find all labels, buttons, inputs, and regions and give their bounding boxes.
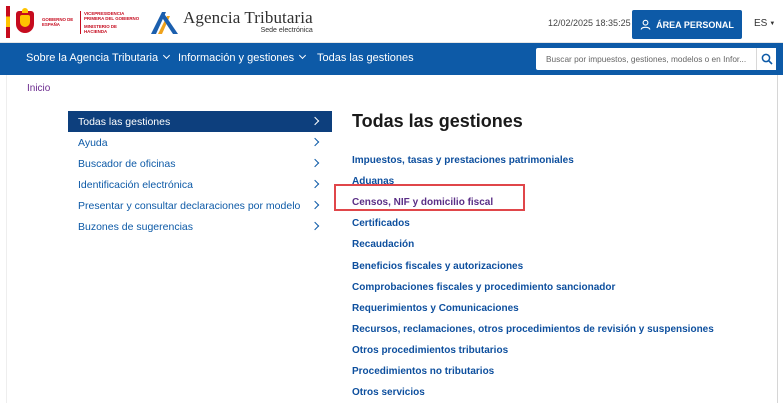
sidebar-item-todas-las-gestiones[interactable]: Todas las gestiones <box>68 111 332 132</box>
nav-item-todas-las-gestiones[interactable]: Todas las gestiones <box>317 52 414 64</box>
chevron-down-icon: ▼ <box>769 21 776 27</box>
coat-of-arms-icon <box>14 8 36 36</box>
chevron-right-icon <box>310 116 320 126</box>
gobierno-logo[interactable]: Gobierno de España Vicepresidencia Prime… <box>6 6 146 38</box>
sidebar-item-buzones-sugerencias[interactable]: Buzones de sugerencias <box>68 216 332 237</box>
gestion-link-recaudacion[interactable]: Recaudación <box>352 234 772 255</box>
gestion-link-otros-servicios[interactable]: Otros servicios <box>352 382 772 403</box>
page-left-border <box>6 75 7 403</box>
nav-item-label: Información y gestiones <box>178 52 295 64</box>
gestion-link-beneficios-fiscales[interactable]: Beneficios fiscales y autorizaciones <box>352 255 772 276</box>
page-right-border <box>777 75 778 403</box>
gov-logo-text-gobierno: Gobierno de España <box>42 17 74 27</box>
search-icon <box>761 53 773 65</box>
nav-item-label: Sobre la Agencia Tributaria <box>26 52 159 64</box>
search-button[interactable] <box>756 48 776 70</box>
highlight-annotation-box <box>334 184 525 211</box>
aeat-logo-icon <box>149 8 179 36</box>
sidebar-item-label: Identificación electrónica <box>78 178 193 191</box>
gestion-link-impuestos[interactable]: Impuestos, tasas y prestaciones patrimon… <box>352 150 772 171</box>
chevron-right-icon <box>310 221 320 231</box>
sidebar-item-presentar-declaraciones[interactable]: Presentar y consultar declaraciones por … <box>68 195 332 216</box>
main-navigation: Sobre la Agencia Tributaria Información … <box>0 43 783 75</box>
user-icon <box>640 19 651 30</box>
flag-strip <box>6 6 10 38</box>
site-title: Agencia Tributaria <box>183 8 313 27</box>
sidebar-item-label: Todas las gestiones <box>78 115 171 128</box>
sidebar-item-label: Buzones de sugerencias <box>78 220 193 233</box>
site-subtitle: Sede electrónica <box>260 27 313 34</box>
chevron-right-icon <box>310 200 320 210</box>
area-personal-button[interactable]: ÁREA PERSONAL <box>632 10 742 39</box>
gestion-link-recursos[interactable]: Recursos, reclamaciones, otros procedimi… <box>352 319 772 340</box>
gestion-link-certificados[interactable]: Certificados <box>352 213 772 234</box>
sidebar-item-buscador-oficinas[interactable]: Buscador de oficinas <box>68 153 332 174</box>
search-field <box>536 48 756 70</box>
sidebar-item-ayuda[interactable]: Ayuda <box>68 132 332 153</box>
session-datetime: 12/02/2025 18:35:25 <box>548 18 631 28</box>
site-header: Gobierno de España Vicepresidencia Prime… <box>0 0 783 43</box>
search-input[interactable] <box>536 48 756 70</box>
gestion-link-requerimientos[interactable]: Requerimientos y Comunicaciones <box>352 298 772 319</box>
chevron-right-icon <box>310 137 320 147</box>
gov-logo-text-ministerio: Ministerio de Hacienda <box>84 23 117 34</box>
gestion-link-otros-procedimientos[interactable]: Otros procedimientos tributarios <box>352 340 772 361</box>
language-label: ES <box>754 18 768 29</box>
gestion-link-no-tributarios[interactable]: Procedimientos no tributarios <box>352 361 772 382</box>
gestion-link-comprobaciones[interactable]: Comprobaciones fiscales y procedimiento … <box>352 277 772 298</box>
language-selector[interactable]: ES ▼ <box>754 18 775 29</box>
chevron-down-icon <box>163 51 171 60</box>
page-title: Todas las gestiones <box>352 111 523 131</box>
sidebar-menu: Todas las gestiones Ayuda Buscador de of… <box>68 111 332 237</box>
nav-item-sobre-la-agencia[interactable]: Sobre la Agencia Tributaria <box>26 51 171 64</box>
area-personal-label: ÁREA PERSONAL <box>656 19 734 30</box>
breadcrumb-inicio[interactable]: Inicio <box>27 83 50 94</box>
chevron-right-icon <box>310 179 320 189</box>
chevron-right-icon <box>310 158 320 168</box>
agencia-tributaria-logo[interactable]: Agencia Tributaria Sede electrónica <box>149 8 313 36</box>
sidebar-item-label: Buscador de oficinas <box>78 157 176 170</box>
chevron-down-icon <box>299 51 307 60</box>
sidebar-item-label: Ayuda <box>78 136 108 149</box>
nav-item-informacion-gestiones[interactable]: Información y gestiones <box>178 51 307 64</box>
sidebar-item-identificacion-electronica[interactable]: Identificación electrónica <box>68 174 332 195</box>
gov-logo-text-vicepresidencia: Vicepresidencia Primera del Gobierno <box>84 10 140 21</box>
nav-item-label: Todas las gestiones <box>317 52 414 64</box>
sidebar-item-label: Presentar y consultar declaraciones por … <box>78 199 301 212</box>
